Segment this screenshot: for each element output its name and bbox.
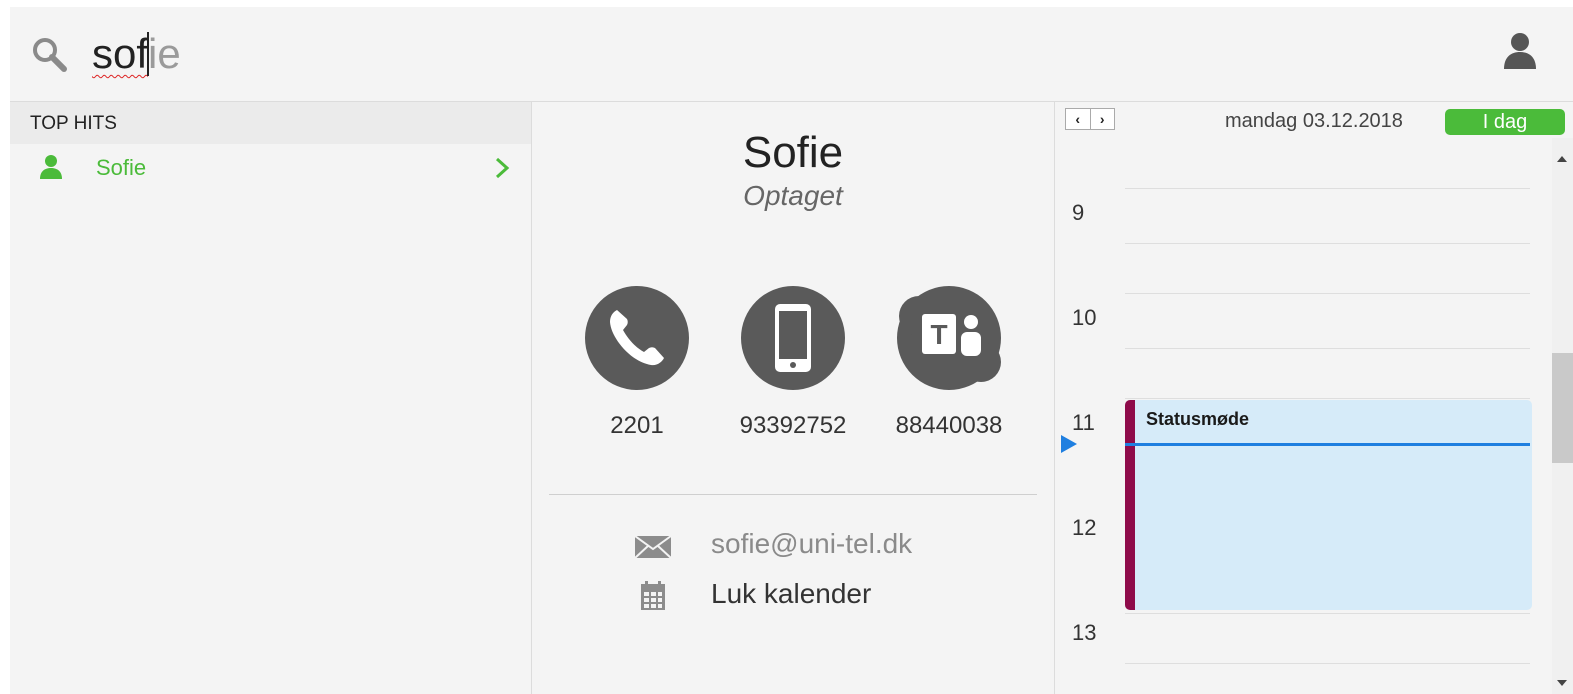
mobile-channel[interactable]: 93392752 xyxy=(728,286,858,446)
gridline xyxy=(1125,188,1530,189)
event-title: Statusmøde xyxy=(1146,409,1250,429)
user-icon xyxy=(40,155,62,179)
scroll-up-arrow[interactable] xyxy=(1557,156,1567,162)
hit-name: Sofie xyxy=(96,155,147,180)
gridline xyxy=(1125,243,1530,244)
date-navigation: ‹ › xyxy=(1065,108,1115,130)
scroll-down-arrow[interactable] xyxy=(1557,680,1567,686)
calendar-icon xyxy=(641,581,665,610)
list-item[interactable]: Sofie xyxy=(10,144,531,192)
search-icon xyxy=(33,38,67,72)
mobile-number: 93392752 xyxy=(739,412,847,439)
hour-label: 12 xyxy=(1072,515,1097,540)
contact-status: Optaget xyxy=(743,180,843,211)
envelope-icon xyxy=(634,535,672,559)
gridline xyxy=(1125,293,1530,294)
mobile-icon[interactable] xyxy=(741,286,845,390)
gridline xyxy=(1125,613,1530,614)
gridline xyxy=(1125,398,1530,399)
current-time-marker xyxy=(1061,435,1077,453)
top-hits-panel: TOP HITS Sofie xyxy=(10,102,532,694)
next-day-button[interactable]: › xyxy=(1089,109,1115,129)
hour-label: 11 xyxy=(1072,410,1095,435)
calendar-date: mandag 03.12.2018 xyxy=(1225,110,1403,132)
calendar-scrollbar[interactable] xyxy=(1552,138,1573,694)
email-link[interactable]: sofie@uni-tel.dk xyxy=(711,528,912,560)
search-input[interactable]: sofie xyxy=(92,29,181,79)
gridline xyxy=(1125,348,1530,349)
event-color-bar xyxy=(1125,400,1135,610)
search-bar: sofie xyxy=(10,7,1573,102)
teams-icon[interactable]: T xyxy=(897,286,1001,390)
gridline xyxy=(1125,663,1530,664)
calendar-day-view[interactable]: 9 10 11 12 13 Statusmøde xyxy=(1055,138,1573,694)
chevron-right-icon[interactable] xyxy=(494,156,510,180)
hour-label: 13 xyxy=(1072,620,1097,645)
phone-channel[interactable]: 2201 xyxy=(572,286,702,446)
search-typed-text: sof xyxy=(92,30,149,77)
search-autocomplete: ie xyxy=(148,30,181,77)
current-time-line xyxy=(1125,443,1530,446)
scroll-thumb[interactable] xyxy=(1552,353,1573,463)
divider xyxy=(549,494,1037,495)
teams-number: 88440038 xyxy=(895,412,1003,439)
hour-label: 9 xyxy=(1072,200,1085,225)
calendar-event[interactable]: Statusmøde xyxy=(1125,400,1532,610)
phone-icon[interactable] xyxy=(585,286,689,390)
contact-name: Sofie xyxy=(742,128,844,177)
today-button[interactable]: I dag xyxy=(1445,109,1565,135)
teams-channel[interactable]: T 88440038 xyxy=(884,286,1014,446)
user-profile-icon[interactable] xyxy=(1502,31,1538,71)
close-calendar-link[interactable]: Luk kalender xyxy=(711,578,871,610)
top-hits-header: TOP HITS xyxy=(10,102,531,144)
svg-text:T: T xyxy=(930,319,947,350)
calendar-header: ‹ › mandag 03.12.2018 I dag xyxy=(1055,102,1573,138)
hour-label: 10 xyxy=(1072,305,1097,330)
extension-number: 2201 xyxy=(610,412,664,439)
calendar-panel: ‹ › mandag 03.12.2018 I dag 9 10 11 12 1… xyxy=(1055,102,1573,694)
prev-day-button[interactable]: ‹ xyxy=(1066,109,1090,129)
contact-details-panel: Sofie Optaget 2201 93392752 T 88440038 s… xyxy=(532,102,1055,694)
app-window: sofie TOP HITS Sofie Sofie Optaget 2201 … xyxy=(10,7,1573,694)
